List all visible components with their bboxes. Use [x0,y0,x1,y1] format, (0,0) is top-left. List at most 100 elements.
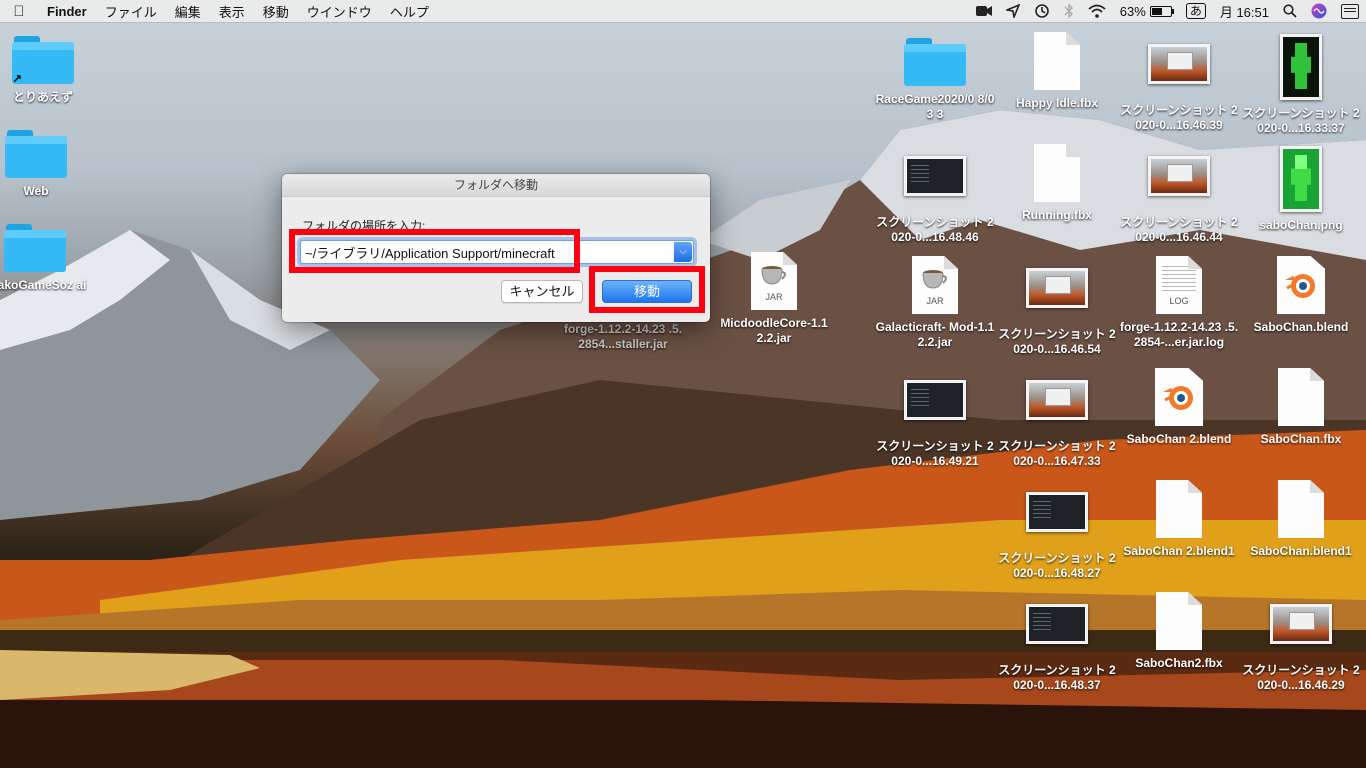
menu-edit[interactable]: 編集 [166,2,210,21]
control-center-icon[interactable] [1334,3,1366,19]
desktop-icon-label: スクリーンショット 2020-0...16.49.21 [876,439,994,468]
bluetooth-icon[interactable] [1057,3,1081,19]
desktop-icon-sabochan-blend[interactable]: SaboChan.blend [1241,256,1361,335]
screen-record-icon[interactable] [969,5,999,17]
folder-alias-icon: ↗ [12,36,74,86]
desktop-icon-label: SaboChan2.fbx [1135,656,1223,670]
desktop-icon-screenshot-163337[interactable]: スクリーンショット 2020-0...16.33.37 [1241,34,1361,136]
location-arrow-icon[interactable] [999,4,1027,18]
screenshot-thumbnail [1148,156,1210,196]
desktop-icon-label: Running.fbx [1022,208,1092,222]
document-icon [1156,480,1202,538]
chevron-down-icon[interactable]: ⌵ [674,242,692,262]
siri-icon[interactable] [1304,3,1334,19]
desktop-icon-screenshot-164733[interactable]: スクリーンショット 2020-0...16.47.33 [997,380,1117,469]
desktop-icon-label: Galacticraft- Mod-1.12.2.jar [875,320,995,349]
ime-icon: あ [1185,3,1206,19]
document-icon [1278,480,1324,538]
desktop-icon-label: Web [23,184,49,198]
desktop-icon-label: saboChan.png [1259,218,1343,232]
desktop-icon-sabochan2-blend1[interactable]: SaboChan 2.blend1 [1119,480,1239,559]
desktop-icon-sabochan2-blend[interactable]: SaboChan 2.blend [1119,368,1239,447]
desktop-icon-label: スクリーンショット 2020-0...16.48.46 [876,215,994,244]
desktop-icon-label: SaboChan.blend1 [1250,544,1352,558]
desktop-icon-label: スクリーンショット 2020-0...16.47.33 [998,439,1116,468]
jar-icon: JAR [912,256,958,314]
desktop-icon-toriaezu[interactable]: ↗ とりあえず [0,36,103,105]
log-tag: LOG [1169,296,1189,306]
desktop-icon-screenshot-164837[interactable]: スクリーンショット 2020-0...16.48.37 [997,604,1117,693]
menu-bar:  Finder ファイル 編集 表示 移動 ウインドウ ヘルプ 63% あ 月… [0,0,1366,23]
desktop-icon-label: SaboChan 2.blend1 [1123,544,1235,558]
annotation-highlight-go-button [589,266,705,313]
document-icon [1278,368,1324,426]
apple-menu-icon[interactable]:  [0,3,38,20]
screenshot-thumbnail [1026,380,1088,420]
desktop-icon-label: スクリーンショット 2020-0...16.33.37 [1242,106,1360,135]
wifi-icon[interactable] [1081,4,1113,18]
jar-tag: JAR [926,296,944,306]
screenshot-thumbnail [1280,34,1322,100]
time-machine-icon[interactable] [1027,3,1057,19]
desktop-icon-web[interactable]: Web [0,130,96,199]
screenshot-thumbnail [1026,604,1088,644]
desktop-icon-sabochan2-fbx[interactable]: SaboChan2.fbx [1119,592,1239,671]
desktop-icon-sabakogamesozai[interactable]: abakoGameSoz ai [0,224,94,293]
desktop-icon-racegame[interactable]: RaceGame2020/0 8/03 3 [875,38,995,122]
desktop-icon-screenshot-164827[interactable]: スクリーンショット 2020-0...16.48.27 [997,492,1117,581]
desktop-icon-screenshot-164921[interactable]: スクリーンショット 2020-0...16.49.21 [875,380,995,469]
desktop-icon-label: SaboChan.fbx [1260,432,1342,446]
desktop-icon-screenshot-164639[interactable]: スクリーンショット 2020-0...16.46.39 [1119,44,1239,133]
desktop-icon-running-fbx[interactable]: Running.fbx [997,144,1117,223]
desktop-icon-label: スクリーンショット 2020-0...16.46.29 [1242,663,1360,692]
screenshot-thumbnail [1026,268,1088,308]
input-method-menu[interactable]: あ [1179,3,1213,19]
desktop-icon-label: スクリーンショット 2020-0...16.48.27 [998,551,1116,580]
desktop-icon-label: Happy Idle.fbx [1015,96,1098,110]
desktop-icon-sabochan-fbx[interactable]: SaboChan.fbx [1241,368,1361,447]
dialog-title: フォルダへ移動 [282,174,710,197]
document-icon [1034,32,1080,90]
folder-icon [5,130,67,178]
menu-go[interactable]: 移動 [254,2,298,21]
desktop-icon-label: SaboChan 2.blend [1126,432,1232,446]
desktop-icon-screenshot-164654[interactable]: スクリーンショット 2020-0...16.46.54 [997,268,1117,357]
menu-view[interactable]: 表示 [210,2,254,21]
folder-icon [4,224,66,272]
blender-icon [1155,368,1203,426]
desktop-icon-label: スクリーンショット 2020-0...16.46.39 [1120,103,1238,132]
search-icon[interactable] [1276,4,1304,18]
menu-help[interactable]: ヘルプ [381,2,438,21]
desktop-icon-screenshot-164629[interactable]: スクリーンショット 2020-0...16.46.29 [1241,604,1361,693]
desktop-icon-happy-idle-fbx[interactable]: Happy Idle.fbx [997,32,1117,111]
desktop-icon-label: とりあえず [12,90,73,104]
log-icon: LOG [1156,256,1202,314]
document-icon [1034,144,1080,202]
desktop-icon-label: MicdoodleCore-1.1 2.2.jar [720,316,828,345]
menu-window[interactable]: ウインドウ [298,2,381,21]
desktop-icon-screenshot-164846[interactable]: スクリーンショット 2020-0...16.48.46 [875,156,995,245]
screenshot-thumbnail [904,380,966,420]
annotation-highlight-path [289,229,580,273]
menu-app-finder[interactable]: Finder [38,4,96,19]
desktop-icon-micdoodlecore-jar[interactable]: JAR MicdoodleCore-1.1 2.2.jar [714,252,834,346]
desktop-icon-label: RaceGame2020/0 8/03 3 [875,92,995,121]
desktop-icon-label: スクリーンショット 2020-0...16.46.44 [1120,215,1238,244]
screenshot-thumbnail [1026,492,1088,532]
desktop-icon-screenshot-164644[interactable]: スクリーンショット 2020-0...16.46.44 [1119,156,1239,245]
desktop-icon-sabochan-png[interactable]: saboChan.png [1241,146,1361,233]
status-area: 63% あ 月 16:51 [969,0,1366,22]
clock[interactable]: 月 16:51 [1213,2,1276,21]
battery-status[interactable]: 63% [1113,4,1179,19]
document-icon [1156,592,1202,650]
menu-file[interactable]: ファイル [96,2,166,21]
screenshot-thumbnail [1270,604,1332,644]
desktop-icon-galacticraft-jar[interactable]: JAR Galacticraft- Mod-1.12.2.jar [875,256,995,350]
screenshot-thumbnail [1148,44,1210,84]
desktop-icon-sabochan-blend1[interactable]: SaboChan.blend1 [1241,480,1361,559]
battery-percent: 63% [1119,3,1146,19]
battery-level-fill [1151,7,1162,15]
desktop-icon-label: abakoGameSoz ai [0,278,87,292]
cancel-button[interactable]: キャンセル [501,280,583,303]
desktop-icon-forge-log[interactable]: LOG forge-1.12.2-14.23 .5.2854-...er.jar… [1119,256,1239,350]
